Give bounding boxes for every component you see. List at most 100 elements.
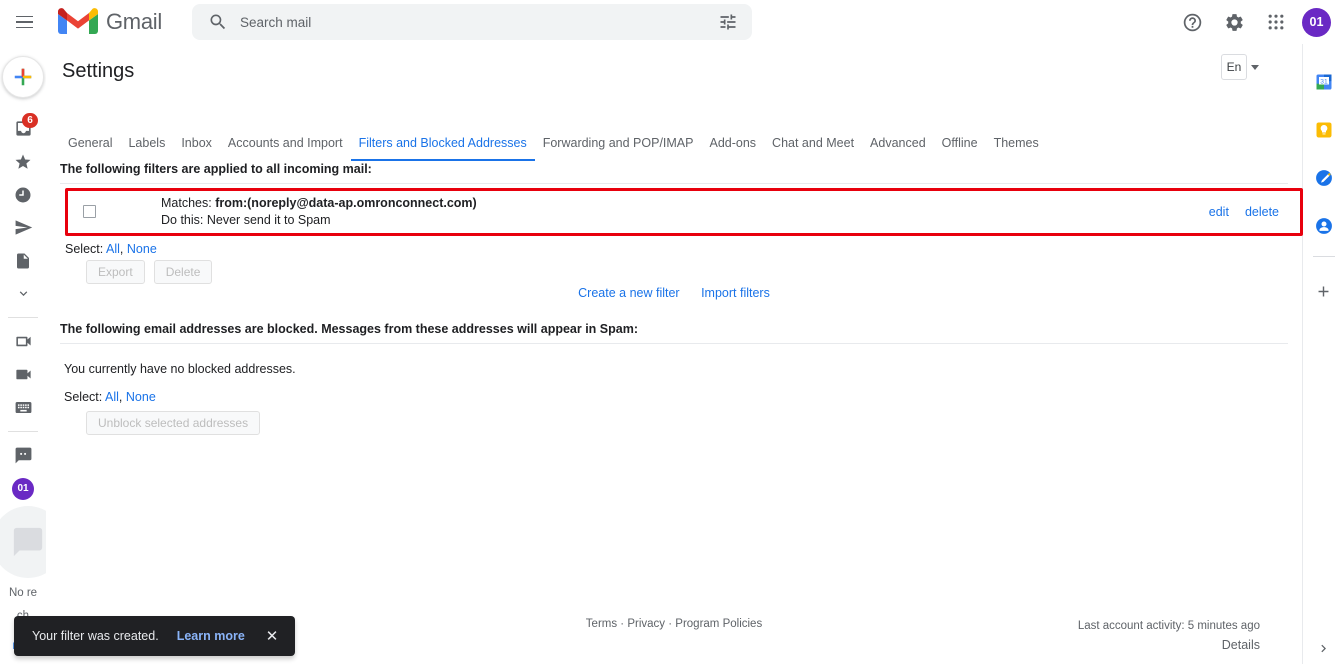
gmail-m-icon xyxy=(58,8,98,34)
language-selector[interactable]: En xyxy=(1221,54,1259,80)
settings-tabs: General Labels Inbox Accounts and Import Fil… xyxy=(60,132,1047,161)
tune-icon xyxy=(720,14,736,30)
settings-content: The following filters are applied to all… xyxy=(60,162,1303,435)
side-panel-keep[interactable] xyxy=(1303,106,1344,154)
sidebar-item-drafts[interactable] xyxy=(0,244,46,277)
last-activity-text: Last account activity: 5 minutes ago xyxy=(1077,620,1260,632)
tab-themes[interactable]: Themes xyxy=(986,132,1047,161)
legal-separator: · xyxy=(665,618,676,630)
sidebar-item-more[interactable] xyxy=(0,277,46,310)
side-panel-contacts[interactable] xyxy=(1303,202,1344,250)
delete-button[interactable]: Delete xyxy=(153,260,213,284)
sidebar-item-sent[interactable] xyxy=(0,211,46,244)
filters-heading: The following filters are applied to all… xyxy=(60,162,1288,184)
language-chip: En xyxy=(1221,54,1247,80)
sidebar-item-join-meeting[interactable] xyxy=(0,358,46,391)
sidebar-item-keyboard[interactable] xyxy=(0,391,46,424)
gear-icon[interactable] xyxy=(1218,6,1250,38)
export-button[interactable]: Export xyxy=(86,260,145,284)
video-outline-icon xyxy=(15,336,31,347)
tab-offline[interactable]: Offline xyxy=(934,132,986,161)
plus-icon xyxy=(1318,286,1329,296)
filter-row-highlight xyxy=(65,188,1303,236)
tab-advanced[interactable]: Advanced xyxy=(862,132,934,161)
unblock-selected-button[interactable]: Unblock selected addresses xyxy=(86,411,261,435)
chat-empty-illustration xyxy=(0,506,46,578)
chat-empty-line1: No re xyxy=(8,587,38,599)
chat-avatar: 01 xyxy=(12,477,34,500)
blocked-select-label: Select: xyxy=(64,390,103,404)
settings-main: Settings En General Labels Inbox Accounts a… xyxy=(46,44,1303,664)
blocked-select-sep: , xyxy=(118,390,123,404)
legal-separator: · xyxy=(617,618,628,630)
tab-filters-and-blocked-addresses[interactable]: Filters and Blocked Addresses xyxy=(350,132,535,161)
import-filters-link[interactable]: Import filters xyxy=(701,286,770,300)
document-icon xyxy=(17,253,29,268)
sidebar-item-snoozed[interactable] xyxy=(0,178,46,211)
tab-chat-and-meet[interactable]: Chat and Meet xyxy=(764,132,862,161)
filter-links: Create a new filter Import filters xyxy=(60,286,1288,300)
sidebar-item-new-meeting[interactable] xyxy=(0,325,46,358)
help-icon[interactable] xyxy=(1176,6,1208,38)
filters-select-all[interactable]: All xyxy=(106,242,120,256)
top-bar: Gmail Search mail 01 xyxy=(0,0,1344,44)
right-rail: 31 xyxy=(1302,44,1344,664)
search-icon xyxy=(210,14,226,30)
sidebar-item-starred[interactable] xyxy=(0,145,46,178)
compose-plus-icon xyxy=(14,68,32,86)
account-activity: Last account activity: 5 minutes ago Det… xyxy=(1078,617,1260,655)
svg-text:31: 31 xyxy=(1320,78,1328,85)
rail-divider-1 xyxy=(8,317,38,318)
legal-link-program-policies[interactable]: Program Policies xyxy=(675,618,762,630)
chevron-down-icon xyxy=(19,291,27,296)
sidebar-item-chat-avatar[interactable]: 01 xyxy=(0,472,46,505)
side-panel-add[interactable] xyxy=(1303,267,1344,315)
sidebar-item-chat[interactable] xyxy=(0,439,46,472)
blocked-heading: The following email addresses are blocke… xyxy=(60,322,1288,344)
apps-grid-icon[interactable] xyxy=(1260,6,1292,38)
page-title: Settings xyxy=(62,60,135,82)
filters-select-none[interactable]: None xyxy=(127,242,157,256)
legal-link-terms[interactable]: Terms xyxy=(586,618,617,630)
legal-link-privacy[interactable]: Privacy xyxy=(627,618,665,630)
calendar-icon: 31 xyxy=(1316,74,1331,90)
blocked-select-none[interactable]: None xyxy=(126,390,156,404)
sidebar-item-inbox[interactable]: 6 xyxy=(0,112,46,145)
blocked-select-all[interactable]: All xyxy=(105,390,119,404)
toast-message: Your filter was created. xyxy=(32,629,159,643)
tab-add-ons[interactable]: Add-ons xyxy=(701,132,764,161)
gmail-logo[interactable]: Gmail xyxy=(58,7,162,37)
side-panel-calendar[interactable]: 31 xyxy=(1303,58,1344,106)
search-options-button[interactable] xyxy=(708,2,748,42)
create-filter-link[interactable]: Create a new filter xyxy=(578,286,679,300)
filters-select-line: Select: All, None xyxy=(65,242,157,256)
close-icon[interactable]: ✕ xyxy=(263,627,282,645)
right-rail-expand[interactable] xyxy=(1303,641,1344,656)
filters-select-sep: , xyxy=(119,242,124,256)
hamburger-icon[interactable] xyxy=(4,2,44,42)
tab-forwarding-and-pop-imap[interactable]: Forwarding and POP/IMAP xyxy=(535,132,702,161)
blocked-empty-text: You currently have no blocked addresses. xyxy=(64,362,296,376)
avatar[interactable]: 01 xyxy=(1302,7,1331,37)
gmail-wordmark: Gmail xyxy=(106,9,162,34)
star-icon xyxy=(15,154,31,169)
rail-divider-2 xyxy=(8,431,38,432)
tab-labels[interactable]: Labels xyxy=(120,132,173,161)
blocked-select-line: Select: All, None xyxy=(64,390,1288,404)
search-input[interactable] xyxy=(240,14,708,30)
details-link[interactable]: Details xyxy=(1078,636,1260,655)
top-right-actions: 01 xyxy=(1176,0,1336,44)
contacts-person-icon xyxy=(1315,218,1332,234)
toast-learn-more-link[interactable]: Learn more xyxy=(177,629,245,643)
blocked-buttons: Unblock selected addresses xyxy=(86,411,1288,435)
blocked-section: The following email addresses are blocke… xyxy=(60,322,1288,435)
tab-inbox[interactable]: Inbox xyxy=(173,132,220,161)
chevron-down-icon xyxy=(1251,64,1259,70)
lightbulb-icon xyxy=(1316,122,1331,138)
video-filled-icon xyxy=(15,369,31,380)
tab-accounts-and-import[interactable]: Accounts and Import xyxy=(220,132,351,161)
search-bar[interactable] xyxy=(192,4,752,40)
tab-general[interactable]: General xyxy=(60,132,120,161)
compose-button[interactable] xyxy=(2,56,44,98)
side-panel-tasks[interactable] xyxy=(1303,154,1344,202)
